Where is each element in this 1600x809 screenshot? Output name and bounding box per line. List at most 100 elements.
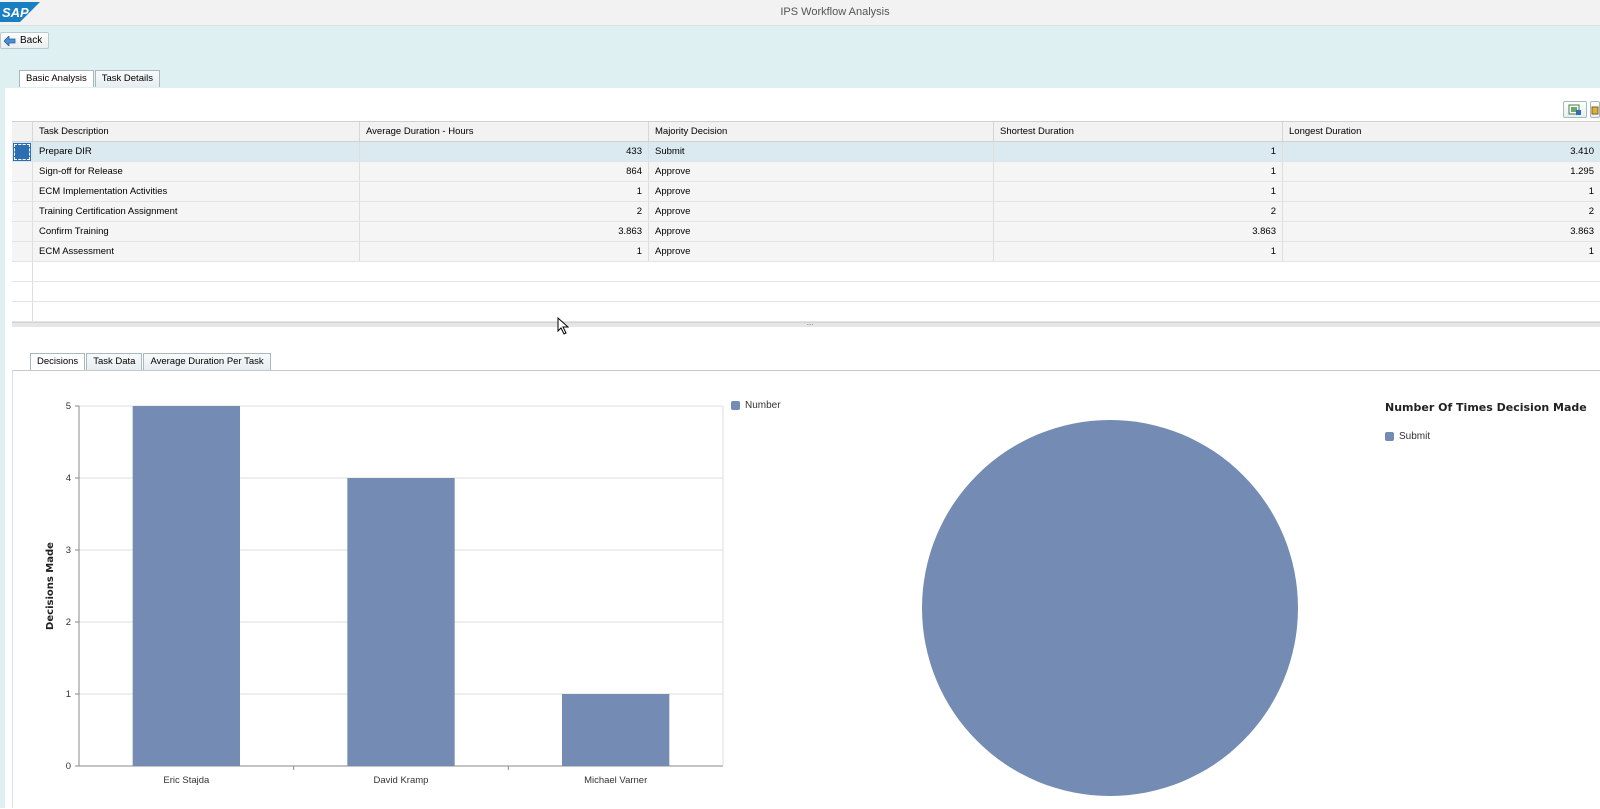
back-button-label: Back — [20, 35, 43, 46]
table-cell: 2 — [360, 202, 649, 221]
table-cell: 3.863 — [994, 222, 1283, 241]
table-cell: ECM Assessment — [33, 242, 360, 261]
table-cell: Confirm Training — [33, 222, 360, 241]
y-tick-label: 5 — [66, 401, 71, 412]
decisions-bar-chart: 0 1 2 3 4 5 Eric Stajda David Kramp Michael Varn… — [45, 401, 724, 786]
row-selector — [12, 302, 33, 321]
table-cell: 1 — [1588, 246, 1594, 257]
table-cell: 1 — [994, 142, 1283, 161]
tab-decisions[interactable]: Decisions — [30, 353, 86, 370]
column-header[interactable]: Shortest Duration — [994, 122, 1283, 141]
pie-legend: Submit — [1385, 431, 1430, 442]
table-cell: Approve — [649, 222, 994, 241]
column-header[interactable]: Longest Duration — [1283, 122, 1600, 141]
table-cell: Training Certification Assignment — [33, 202, 360, 221]
table-cell: 1 — [360, 242, 649, 261]
bar — [347, 478, 455, 766]
row-selector[interactable] — [12, 182, 33, 201]
table-cell: 433 — [360, 142, 649, 161]
tab-task-data[interactable]: Task Data — [86, 353, 143, 370]
row-selector[interactable] — [12, 162, 33, 181]
row-selector[interactable] — [12, 202, 33, 221]
row-selector[interactable] — [12, 222, 33, 241]
x-tick-label: David Kramp — [374, 775, 429, 786]
table-row[interactable]: Confirm Training 3.863 Approve 3.863 3.863 — [12, 222, 1600, 242]
legend-label: Submit — [1399, 431, 1431, 442]
table-cell: 3.863 — [1570, 226, 1594, 237]
empty-table-row — [12, 282, 1600, 302]
left-rail — [0, 88, 5, 808]
bar — [132, 406, 240, 766]
y-tick-label: 3 — [66, 545, 71, 556]
row-selector — [12, 282, 33, 301]
table-row[interactable]: Sign-off for Release 864 Approve 1 1.295 — [12, 162, 1600, 182]
grid-toolbar — [1563, 101, 1600, 118]
table-cell: 3.410 — [1570, 146, 1594, 157]
table-cell: 1.295 — [1570, 166, 1594, 177]
back-button[interactable]: Back — [0, 32, 50, 49]
toolbar: Back Basic Analysis Task Details — [0, 26, 1600, 88]
splitter-grip-icon: ···· — [806, 320, 814, 329]
settings-icon[interactable] — [1590, 101, 1600, 118]
export-icon[interactable] — [1563, 101, 1587, 118]
table-cell: 1 — [994, 242, 1283, 261]
chart-tab-strip: Decisions Task Data Average Duration Per T… — [30, 353, 271, 370]
table-row[interactable]: Training Certification Assignment 2 Approv… — [12, 202, 1600, 222]
y-tick-label: 2 — [66, 617, 71, 628]
empty-cell — [33, 262, 1600, 281]
empty-cell — [33, 302, 1600, 321]
table-body: Prepare DIR 433 Submit 1 3.410 Sign-off for R… — [12, 142, 1600, 322]
pie-slice — [922, 420, 1298, 796]
table-cell: Approve — [649, 202, 994, 221]
table-cell: 2 — [994, 202, 1283, 221]
pie-chart-title: Number Of Times Decision Made — [1385, 401, 1587, 414]
pane-splitter[interactable]: ···· — [12, 320, 1600, 329]
column-header[interactable]: Average Duration - Hours — [360, 122, 649, 141]
empty-table-row — [12, 302, 1600, 322]
task-table: Task Description Average Duration - Hour… — [12, 121, 1600, 322]
y-tick-label: 1 — [66, 689, 71, 700]
title-bar: SAP IPS Workflow Analysis — [0, 0, 1600, 26]
decisions-pie-chart — [922, 420, 1298, 796]
row-selector[interactable] — [12, 242, 33, 261]
y-axis-label: Decisions Made — [45, 542, 56, 630]
table-cell: Prepare DIR — [33, 142, 360, 161]
table-cell: 864 — [360, 162, 649, 181]
tab-task-details[interactable]: Task Details — [94, 70, 160, 87]
table-cell: 1 — [1588, 186, 1594, 197]
x-tick-label: Michael Varner — [584, 775, 647, 786]
tab-average-duration-per-task[interactable]: Average Duration Per Task — [143, 353, 271, 370]
table-cell: ECM Implementation Activities — [33, 182, 360, 201]
table-cell: Approve — [649, 162, 994, 181]
back-arrow-icon — [4, 35, 16, 46]
table-cell: 3.863 — [360, 222, 649, 241]
bar-legend: Number — [731, 400, 781, 411]
column-header[interactable]: Majority Decision — [649, 122, 994, 141]
legend-swatch — [1385, 432, 1394, 441]
y-tick-label: 4 — [66, 473, 71, 484]
table-cell: Sign-off for Release — [33, 162, 360, 181]
table-cell: Approve — [649, 242, 994, 261]
mouse-cursor-icon — [557, 317, 569, 335]
table-cell: Submit — [649, 142, 994, 161]
tab-basic-analysis[interactable]: Basic Analysis — [19, 70, 94, 87]
table-cell: 1 — [360, 182, 649, 201]
table-cell: 1 — [994, 162, 1283, 181]
bar — [562, 694, 670, 766]
table-cell: 1 — [994, 182, 1283, 201]
legend-swatch — [731, 401, 740, 410]
app-title: IPS Workflow Analysis — [780, 6, 890, 18]
select-all-cell[interactable] — [12, 122, 33, 141]
empty-table-row — [12, 262, 1600, 282]
row-selector — [12, 262, 33, 281]
x-tick-label: Eric Stajda — [163, 775, 210, 786]
table-header: Task Description Average Duration - Hour… — [12, 122, 1600, 142]
chart-panel: 0 1 2 3 4 5 Eric Stajda David Kramp Michael Varn… — [12, 370, 1600, 808]
column-header[interactable]: Task Description — [33, 122, 360, 141]
empty-cell — [33, 282, 1600, 301]
table-row[interactable]: ECM Implementation Activities 1 Approve 1 1 — [12, 182, 1600, 202]
table-row[interactable]: Prepare DIR 433 Submit 1 3.410 — [12, 142, 1600, 162]
row-selector[interactable] — [12, 142, 33, 161]
table-row[interactable]: ECM Assessment 1 Approve 1 1 — [12, 242, 1600, 262]
row-selected-marker — [13, 142, 31, 161]
